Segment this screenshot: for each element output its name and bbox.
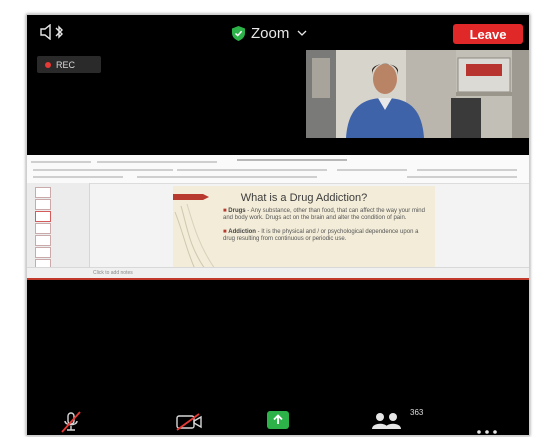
notes-hint: Click to add notes [93,270,133,276]
presentation-ribbon [27,155,529,184]
participants-count: 363 [410,408,424,417]
video-off-icon[interactable] [175,413,203,435]
chevron-down-icon [297,30,307,36]
slide-bullet: ■ Addiction - It is the physical and / o… [223,229,419,242]
slide-thumbnails[interactable] [27,183,90,270]
app-title: Zoom [251,24,290,42]
meeting-title[interactable]: Zoom [232,23,307,43]
mic-muted-icon[interactable] [59,411,83,435]
bottom-toolbar [27,407,529,435]
participants-icon[interactable] [371,412,405,435]
top-bar: Zoom Leave [27,15,529,49]
zoom-meeting-window: Zoom Leave REC What is a Drug Addiction?… [26,14,530,436]
speaker-bluetooth-icon[interactable] [39,23,67,41]
more-icon[interactable] [477,421,497,435]
bullet-term: Addiction [228,229,256,235]
shield-check-icon [232,25,245,41]
share-border [27,278,529,280]
current-slide: What is a Drug Addiction? ■ Drugs - Any … [173,186,435,269]
slide-bullet: ■ Drugs - Any substance, other than food… [223,208,425,221]
leave-button[interactable]: Leave [453,24,523,44]
record-dot-icon [45,61,51,68]
shared-screen[interactable]: What is a Drug Addiction? ■ Drugs - Any … [27,155,529,279]
recording-indicator[interactable]: REC [37,56,101,73]
bullet-term: Drugs [228,208,246,214]
recording-label: REC [56,59,76,70]
slide-title: What is a Drug Addiction? [240,192,368,204]
bullet-text: - Any substance, other than food, that c… [223,208,425,221]
participant-video[interactable] [306,50,529,138]
slide-body: ■ Drugs - Any substance, other than food… [223,208,429,250]
share-screen-icon[interactable] [267,411,289,434]
